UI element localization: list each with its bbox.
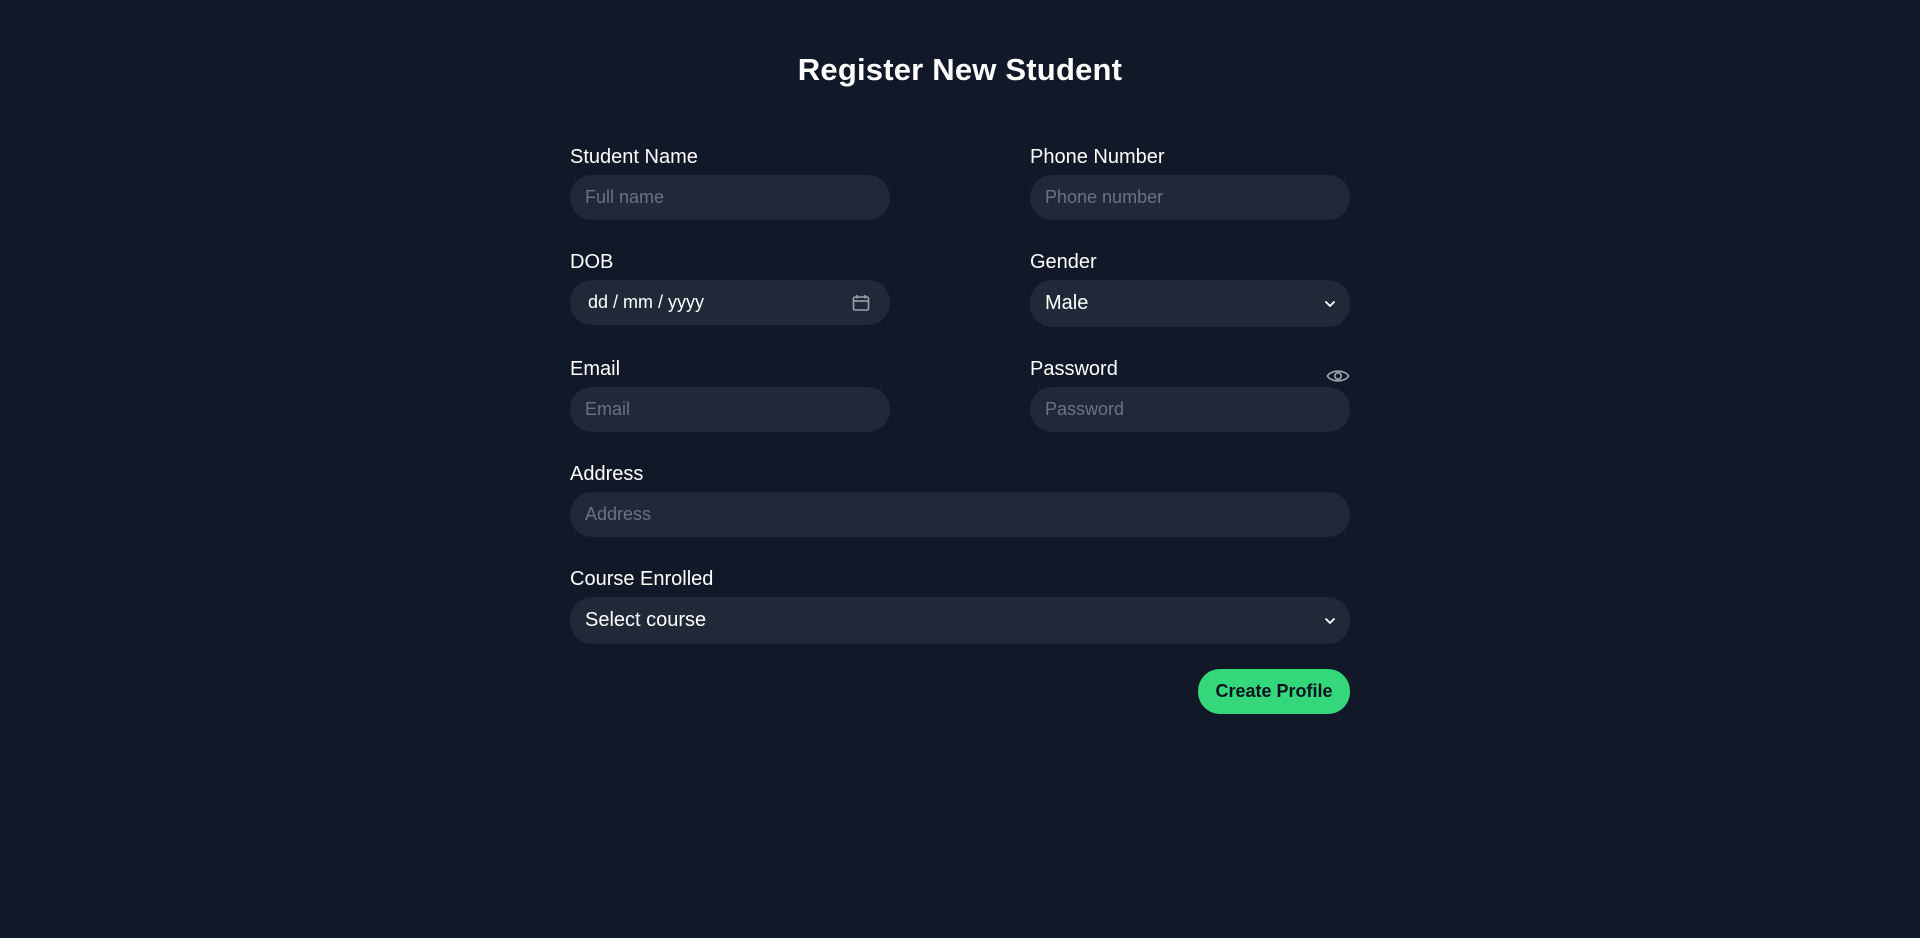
dob-date-input[interactable]: dd / mm / yyyy <box>570 280 890 325</box>
password-field-group: Password <box>1030 357 1350 432</box>
register-student-page: Register New Student Student Name Phone … <box>0 0 1920 938</box>
phone-number-field-group: Phone Number <box>1030 145 1350 220</box>
gender-field-group: Gender Male <box>1030 250 1350 327</box>
gender-label: Gender <box>1030 251 1097 273</box>
course-label: Course Enrolled <box>570 568 714 590</box>
calendar-icon[interactable] <box>852 294 870 312</box>
chevron-down-icon <box>1325 300 1335 307</box>
create-profile-button[interactable]: Create Profile <box>1198 669 1350 714</box>
student-name-field-group: Student Name <box>570 145 890 220</box>
email-input[interactable] <box>570 387 890 432</box>
dob-label: DOB <box>570 251 614 273</box>
address-field-group: Address <box>570 462 1350 537</box>
eye-icon[interactable] <box>1326 367 1350 385</box>
password-input[interactable] <box>1030 387 1350 432</box>
dob-format-text: dd / mm / yyyy <box>588 292 705 312</box>
course-field-group: Course Enrolled Select course <box>570 567 1350 644</box>
student-name-input[interactable] <box>570 175 890 220</box>
gender-selected-value: Male <box>1045 292 1089 314</box>
password-label: Password <box>1030 358 1118 380</box>
course-selected-value: Select course <box>585 609 707 631</box>
phone-number-input[interactable] <box>1030 175 1350 220</box>
email-label: Email <box>570 358 621 380</box>
page-title: Register New Student <box>797 52 1123 87</box>
phone-number-label: Phone Number <box>1030 146 1165 168</box>
chevron-down-icon <box>1325 617 1335 624</box>
address-label: Address <box>570 463 644 485</box>
dob-field-group: DOB dd / mm / yyyy <box>570 250 890 325</box>
student-name-label: Student Name <box>570 146 698 168</box>
address-input[interactable] <box>570 492 1350 537</box>
email-field-group: Email <box>570 357 890 432</box>
gender-select[interactable]: Male <box>1030 280 1350 327</box>
course-select[interactable]: Select course <box>570 597 1350 644</box>
